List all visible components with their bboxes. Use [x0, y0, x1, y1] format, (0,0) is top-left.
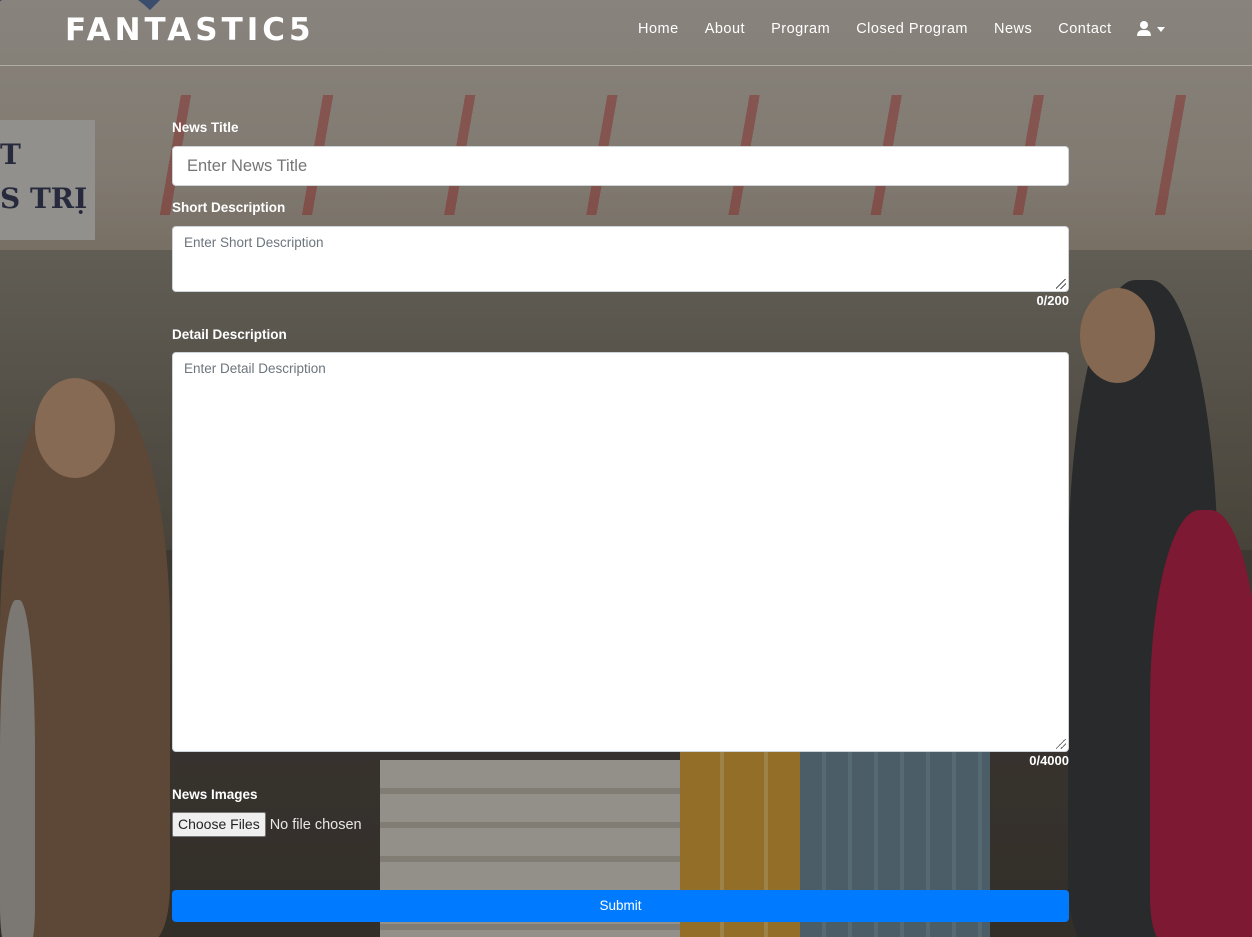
nav-link-contact[interactable]: Contact	[1058, 21, 1111, 37]
short-description-textarea[interactable]: Enter Short Description	[172, 226, 1069, 292]
file-input: Choose Files No file chosen	[172, 812, 362, 837]
nav-link-about[interactable]: About	[705, 21, 745, 37]
resize-grip-icon[interactable]	[1056, 739, 1066, 749]
detail-description-counter: 0/4000	[1029, 753, 1069, 768]
nav-links: Home About Program Closed Program News C…	[638, 21, 1165, 37]
news-title-input[interactable]	[172, 146, 1069, 186]
news-title-label: News Title	[172, 120, 239, 135]
nav-link-home[interactable]: Home	[638, 21, 679, 37]
detail-description-label: Detail Description	[172, 327, 287, 342]
choose-files-button[interactable]: Choose Files	[172, 812, 266, 837]
short-description-placeholder: Enter Short Description	[184, 235, 324, 250]
short-description-label: Short Description	[172, 200, 286, 215]
news-images-label: News Images	[172, 787, 258, 802]
navbar: FANTASTIC5 Home About Program Closed Pro…	[0, 0, 1252, 66]
brand-logo[interactable]: FANTASTIC5	[65, 12, 315, 48]
submit-button[interactable]: Submit	[172, 890, 1069, 922]
resize-grip-icon[interactable]	[1056, 279, 1066, 289]
user-icon	[1136, 21, 1151, 37]
short-description-counter: 0/200	[1036, 293, 1069, 308]
chevron-down-icon	[1156, 26, 1165, 32]
user-menu-toggle[interactable]	[1136, 21, 1165, 37]
detail-description-placeholder: Enter Detail Description	[184, 361, 326, 376]
nav-link-closed-program[interactable]: Closed Program	[856, 21, 968, 37]
detail-description-textarea[interactable]: Enter Detail Description	[172, 352, 1069, 752]
file-status-text: No file chosen	[269, 816, 362, 833]
nav-link-news[interactable]: News	[994, 21, 1032, 37]
nav-link-program[interactable]: Program	[771, 21, 830, 37]
